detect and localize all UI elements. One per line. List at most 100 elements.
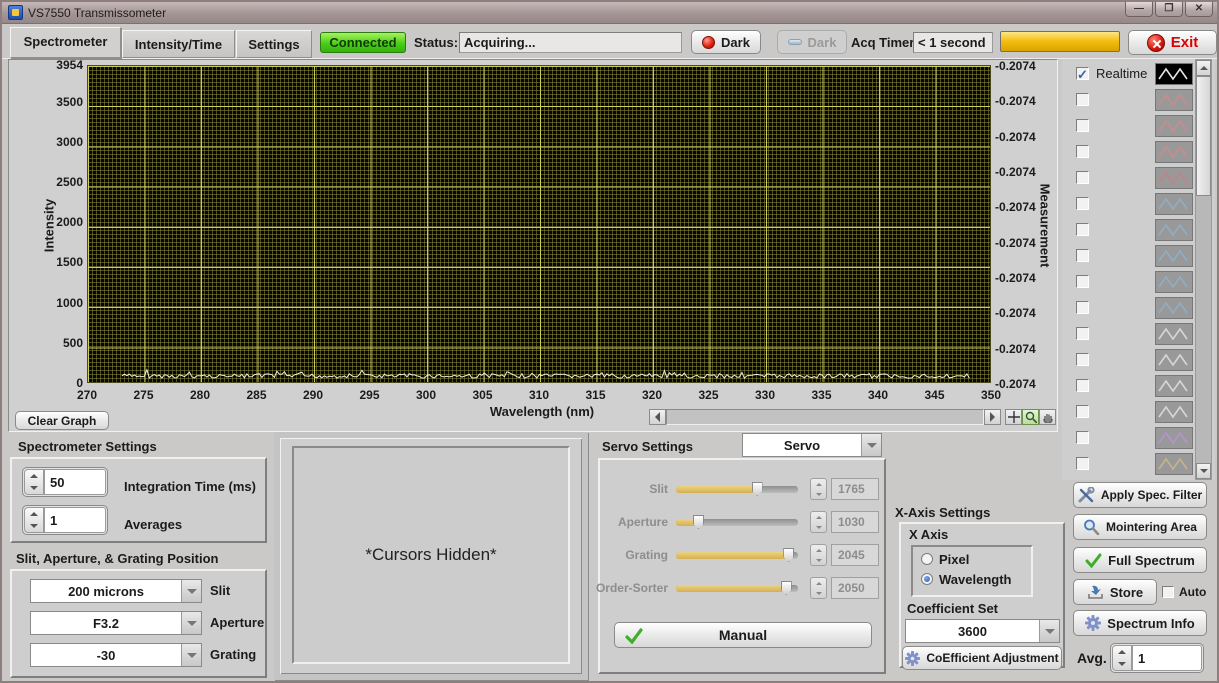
- slider-thumb[interactable]: [780, 581, 792, 595]
- grating-value[interactable]: 2045: [831, 544, 879, 566]
- legend-scroll-thumb[interactable]: [1196, 76, 1211, 196]
- slit-spin-arrows[interactable]: [810, 478, 827, 500]
- waveform-icon[interactable]: [1155, 219, 1193, 241]
- avg-stepper[interactable]: 1: [1110, 643, 1204, 673]
- trace-visible-checkbox[interactable]: [1076, 93, 1089, 106]
- trace-visible-checkbox[interactable]: [1076, 223, 1089, 236]
- full-spectrum-button[interactable]: Full Spectrum: [1073, 547, 1207, 573]
- trace-visible-checkbox[interactable]: [1076, 197, 1089, 210]
- waveform-icon[interactable]: [1155, 193, 1193, 215]
- wavelength-radio[interactable]: [921, 573, 933, 585]
- waveform-icon[interactable]: [1155, 245, 1193, 267]
- trace-visible-checkbox[interactable]: [1076, 119, 1089, 132]
- waveform-icon[interactable]: [1155, 297, 1193, 319]
- waveform-icon[interactable]: [1155, 349, 1193, 371]
- trace-visible-checkbox[interactable]: [1076, 379, 1089, 392]
- averages-value[interactable]: 1: [44, 507, 106, 533]
- maximize-button[interactable]: ❐: [1155, 2, 1183, 17]
- spectrum-plot[interactable]: [87, 65, 991, 383]
- manual-button[interactable]: Manual: [614, 622, 872, 648]
- cursor-tool-button[interactable]: [1005, 409, 1022, 425]
- waveform-icon[interactable]: [1155, 141, 1193, 163]
- grating-position-dropdown[interactable]: -30: [30, 643, 202, 667]
- integration-time-stepper[interactable]: 50: [22, 467, 108, 497]
- scroll-right-button[interactable]: [984, 409, 1001, 425]
- chevron-down-icon[interactable]: [861, 434, 881, 456]
- minimize-button[interactable]: —: [1125, 2, 1153, 17]
- waveform-icon[interactable]: [1155, 271, 1193, 293]
- chevron-down-icon[interactable]: [181, 612, 201, 634]
- waveform-icon[interactable]: [1155, 427, 1193, 449]
- averages-spin-arrows[interactable]: [24, 507, 44, 533]
- servo-mode-dropdown[interactable]: Servo: [742, 433, 882, 457]
- spectrum-info-button[interactable]: Spectrum Info: [1073, 610, 1207, 636]
- trace-visible-checkbox[interactable]: [1076, 405, 1089, 418]
- legend-scroll-up-button[interactable]: [1196, 60, 1211, 76]
- coefficient-adjustment-button[interactable]: CoEfficient Adjustment: [902, 646, 1062, 670]
- trace-visible-checkbox[interactable]: [1076, 301, 1089, 314]
- avg-spin-arrows[interactable]: [1112, 645, 1132, 671]
- tab-intensity-time[interactable]: Intensity/Time: [122, 30, 235, 58]
- aperture-slider[interactable]: [676, 515, 798, 529]
- trace-visible-checkbox[interactable]: [1076, 275, 1089, 288]
- grating-spin-arrows[interactable]: [810, 544, 827, 566]
- waveform-icon[interactable]: [1155, 63, 1193, 85]
- aperture-spin-arrows[interactable]: [810, 511, 827, 533]
- coefficient-set-dropdown[interactable]: 3600: [905, 619, 1060, 643]
- apply-spec-filter-button[interactable]: Apply Spec. Filter: [1073, 482, 1207, 508]
- averages-stepper[interactable]: 1: [22, 505, 108, 535]
- avg-value[interactable]: 1: [1132, 645, 1202, 671]
- waveform-icon[interactable]: [1155, 401, 1193, 423]
- order-sorter-value[interactable]: 2050: [831, 577, 879, 599]
- tab-settings[interactable]: Settings: [236, 30, 312, 58]
- waveform-icon[interactable]: [1155, 453, 1193, 475]
- close-button[interactable]: ✕: [1185, 2, 1213, 17]
- waveform-icon[interactable]: [1155, 167, 1193, 189]
- grating-slider[interactable]: [676, 548, 798, 562]
- integration-time-value[interactable]: 50: [44, 469, 106, 495]
- legend-scroll-down-button[interactable]: [1196, 463, 1211, 479]
- tab-spectrometer[interactable]: Spectrometer: [10, 27, 121, 58]
- trace-visible-checkbox[interactable]: [1076, 431, 1089, 444]
- slider-thumb[interactable]: [692, 515, 704, 529]
- slit-value[interactable]: 1765: [831, 478, 879, 500]
- y-tick-label: 2500: [56, 174, 83, 189]
- aperture-position-dropdown[interactable]: F3.2: [30, 611, 202, 635]
- connected-indicator[interactable]: Connected: [320, 32, 406, 53]
- trace-visible-checkbox[interactable]: [1076, 249, 1089, 262]
- trace-visible-checkbox[interactable]: [1076, 327, 1089, 340]
- slider-thumb[interactable]: [751, 482, 763, 496]
- auto-checkbox[interactable]: [1162, 586, 1174, 598]
- trace-visible-checkbox[interactable]: ✓: [1076, 67, 1089, 82]
- trace-visible-checkbox[interactable]: [1076, 457, 1089, 470]
- chevron-down-icon[interactable]: [181, 644, 201, 666]
- legend-scrollbar[interactable]: [1195, 59, 1212, 480]
- x-tick-label: 325: [698, 388, 719, 402]
- trace-visible-checkbox[interactable]: [1076, 353, 1089, 366]
- waveform-icon[interactable]: [1155, 375, 1193, 397]
- integration-time-spin-arrows[interactable]: [24, 469, 44, 495]
- order-sorter-slider[interactable]: [676, 581, 798, 595]
- waveform-icon[interactable]: [1155, 115, 1193, 137]
- zoom-tool-button[interactable]: [1022, 409, 1039, 425]
- scroll-left-button[interactable]: [649, 409, 666, 425]
- slider-thumb[interactable]: [783, 548, 795, 562]
- waveform-icon[interactable]: [1155, 89, 1193, 111]
- slit-slider[interactable]: [676, 482, 798, 496]
- chevron-down-icon[interactable]: [1039, 620, 1059, 642]
- mointering-area-button[interactable]: Mointering Area: [1073, 514, 1207, 540]
- aperture-value[interactable]: 1030: [831, 511, 879, 533]
- exit-button[interactable]: Exit: [1128, 30, 1217, 55]
- order-sorter-spin-arrows[interactable]: [810, 577, 827, 599]
- dark-button[interactable]: Dark: [691, 30, 761, 54]
- waveform-icon[interactable]: [1155, 323, 1193, 345]
- pixel-radio[interactable]: [921, 553, 933, 565]
- pan-tool-button[interactable]: [1039, 409, 1056, 425]
- store-button[interactable]: Store: [1073, 579, 1157, 605]
- chevron-down-icon[interactable]: [181, 580, 201, 602]
- slit-position-dropdown[interactable]: 200 microns: [30, 579, 202, 603]
- trace-visible-checkbox[interactable]: [1076, 145, 1089, 158]
- clear-graph-button[interactable]: Clear Graph: [15, 411, 109, 430]
- horizontal-scrollbar[interactable]: [666, 409, 984, 425]
- trace-visible-checkbox[interactable]: [1076, 171, 1089, 184]
